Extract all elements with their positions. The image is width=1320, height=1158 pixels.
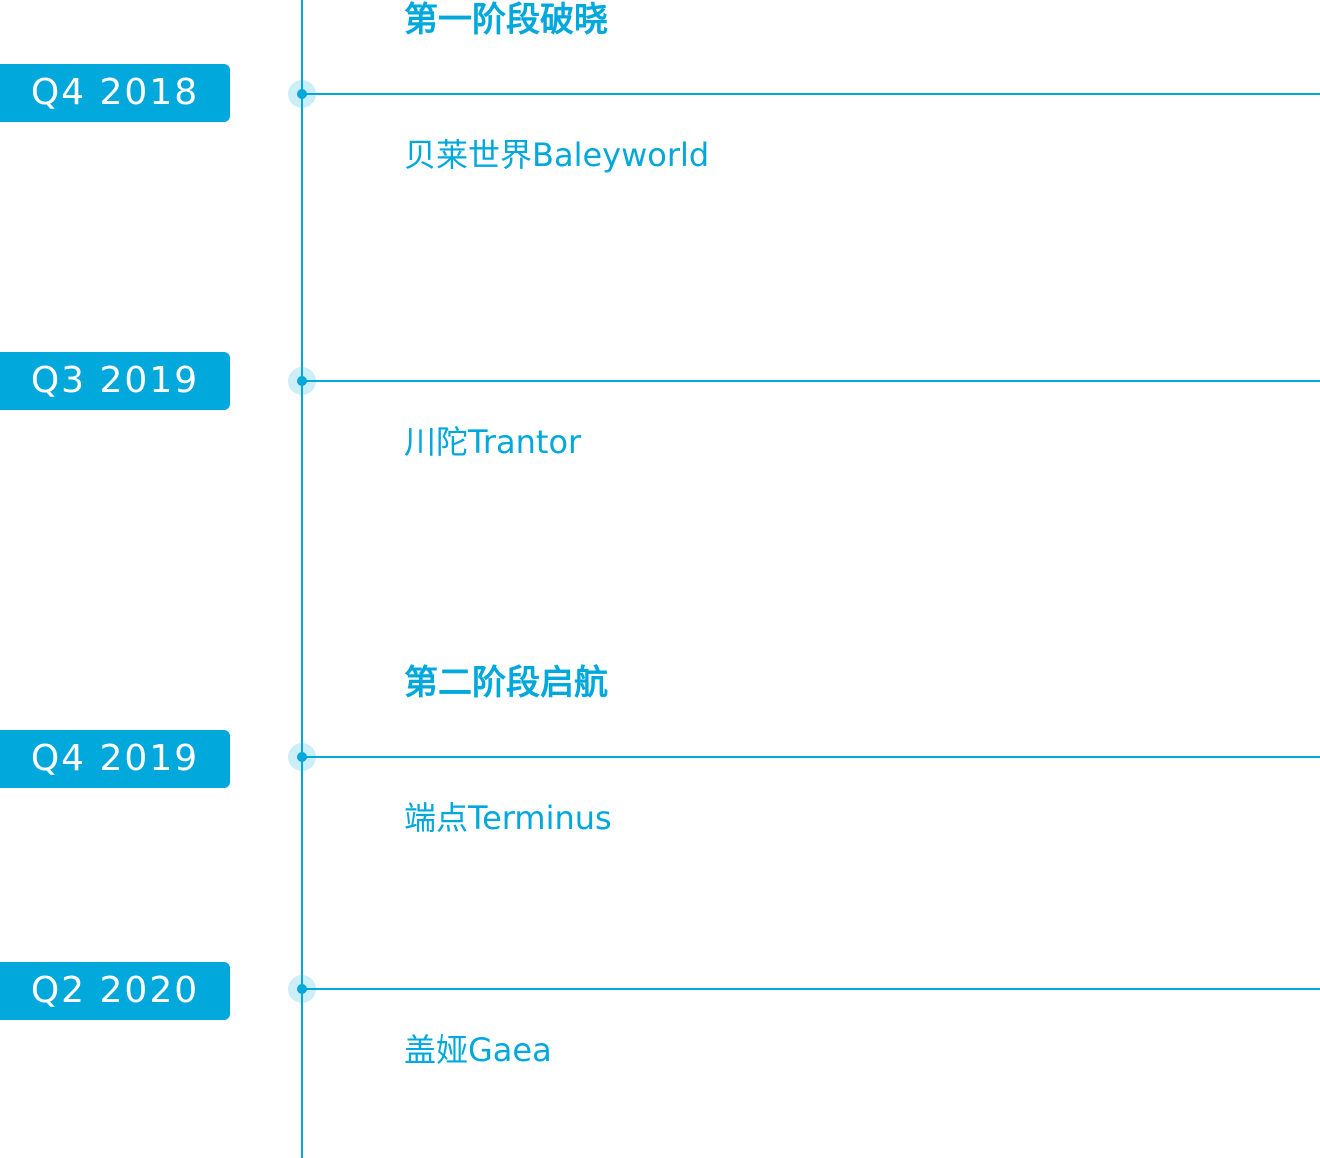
milestone-line-1	[301, 93, 1320, 95]
milestone-line-4	[301, 988, 1320, 990]
quarter-badge-q4-2018: Q4 2018	[0, 64, 230, 122]
milestone-line-3	[301, 756, 1320, 758]
milestone-dot-1	[288, 80, 316, 108]
project-name-trantor: 川陀Trantor	[404, 423, 582, 461]
phase-title-2: 第二阶段启航	[404, 663, 608, 703]
project-name-gaea: 盖娅Gaea	[404, 1031, 552, 1069]
project-name-terminus: 端点Terminus	[404, 799, 612, 837]
milestone-dot-2	[288, 367, 316, 395]
milestone-dot-3	[288, 743, 316, 771]
milestone-dot-4	[288, 975, 316, 1003]
project-name-baleyworld: 贝莱世界Baleyworld	[404, 136, 710, 174]
quarter-badge-q2-2020: Q2 2020	[0, 962, 230, 1020]
milestone-line-2	[301, 380, 1320, 382]
quarter-badge-q3-2019: Q3 2019	[0, 352, 230, 410]
phase-title-1: 第一阶段破晓	[404, 0, 608, 40]
quarter-badge-q4-2019: Q4 2019	[0, 730, 230, 788]
